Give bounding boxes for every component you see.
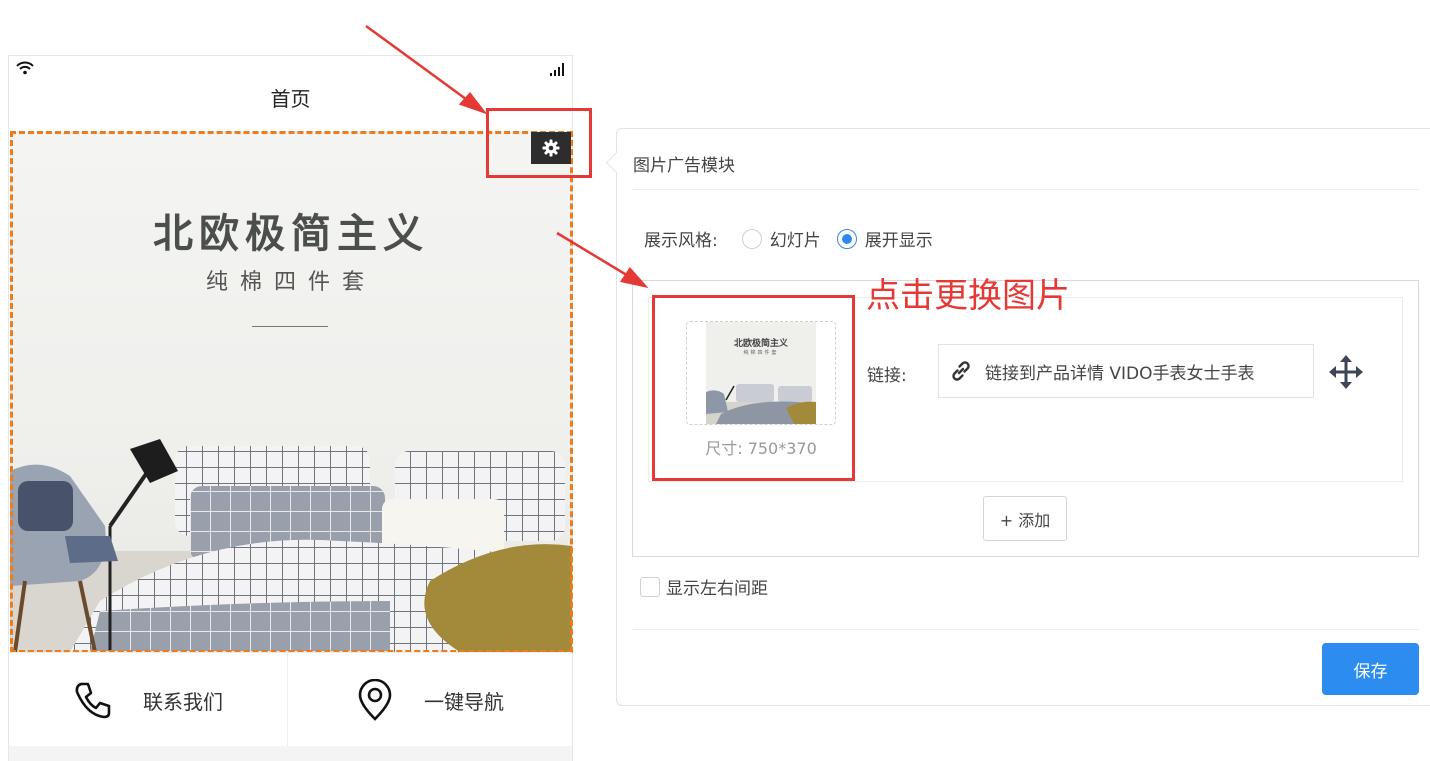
divider	[633, 629, 1419, 630]
nav-item-navigate[interactable]: 一键导航	[288, 653, 572, 747]
panel-title: 图片广告模块	[633, 156, 735, 176]
link-selector[interactable]: 链接到产品详情 VIDO手表女士手表	[938, 344, 1314, 398]
side-spacing-checkbox[interactable]	[640, 576, 660, 597]
radio-slideshow[interactable]: 幻灯片	[741, 226, 821, 251]
annotation-hint: 点击更换图片	[866, 276, 1070, 316]
wifi-icon	[16, 61, 34, 75]
radio-expanded-label: 展开显示	[864, 231, 933, 251]
bottom-nav: 联系我们 一键导航	[9, 652, 572, 747]
ad-item: 北欧极简主义 纯棉四件套 尺寸: 750*370 链接: 链接到产品详情 VID…	[648, 297, 1403, 482]
ad-items-box: 北欧极简主义 纯棉四件套 尺寸: 750*370 链接: 链接到产品详情 VID…	[632, 280, 1419, 557]
radio-expanded-circle[interactable]	[836, 228, 857, 249]
radio-expanded[interactable]: 展开显示	[836, 226, 933, 251]
display-style-row: 展示风格: 幻灯片 展开显示	[644, 226, 949, 251]
nav-item-contact[interactable]: 联系我们	[9, 653, 288, 747]
display-style-label: 展示风格:	[644, 231, 718, 251]
nav-footer	[9, 746, 572, 761]
divider	[633, 189, 1419, 190]
module-settings-button[interactable]	[531, 132, 571, 164]
side-spacing-option[interactable]: 显示左右间距	[640, 574, 768, 599]
status-bar	[9, 56, 572, 80]
nav-label-navigate: 一键导航	[424, 689, 504, 714]
change-image-button[interactable]: 北欧极简主义 纯棉四件套	[686, 321, 836, 425]
banner-title: 北欧极简主义	[153, 211, 429, 257]
image-ad-settings-panel: 图片广告模块 展示风格: 幻灯片 展开显示 北欧极简主义 纯棉四件套 尺寸: 7…	[605, 128, 1430, 706]
radio-slideshow-circle[interactable]	[741, 228, 762, 249]
link-value: 链接到产品详情 VIDO手表女士手表	[985, 363, 1255, 384]
image-size-text: 尺寸: 750*370	[705, 439, 817, 458]
move-icon[interactable]	[1328, 354, 1364, 390]
link-icon	[952, 361, 970, 381]
page-title: 首页	[270, 87, 311, 111]
save-button[interactable]: 保存	[1322, 643, 1419, 695]
side-spacing-label: 显示左右间距	[666, 579, 768, 599]
link-label: 链接:	[867, 366, 907, 386]
phone-preview: 首页 北欧极简主义 纯棉四件套 联系我们 一键导航	[8, 55, 573, 761]
banner-image[interactable]: 北欧极简主义 纯棉四件套	[10, 131, 572, 652]
thumbnail-subtitle: 纯棉四件套	[743, 350, 779, 356]
radio-slideshow-label: 幻灯片	[769, 231, 821, 251]
nav-label-contact: 联系我们	[143, 689, 223, 714]
banner-divider	[252, 326, 328, 327]
location-pin-icon	[358, 679, 392, 721]
panel-pointer	[605, 151, 628, 174]
gear-icon	[542, 139, 560, 157]
thumbnail-title: 北欧极简主义	[733, 339, 788, 349]
phone-icon	[75, 682, 111, 719]
ad-thumbnail: 北欧极简主义 纯棉四件套	[706, 322, 816, 424]
signal-icon	[550, 63, 564, 76]
add-item-button[interactable]: + 添加	[983, 496, 1067, 541]
banner-subtitle: 纯棉四件套	[205, 270, 376, 295]
